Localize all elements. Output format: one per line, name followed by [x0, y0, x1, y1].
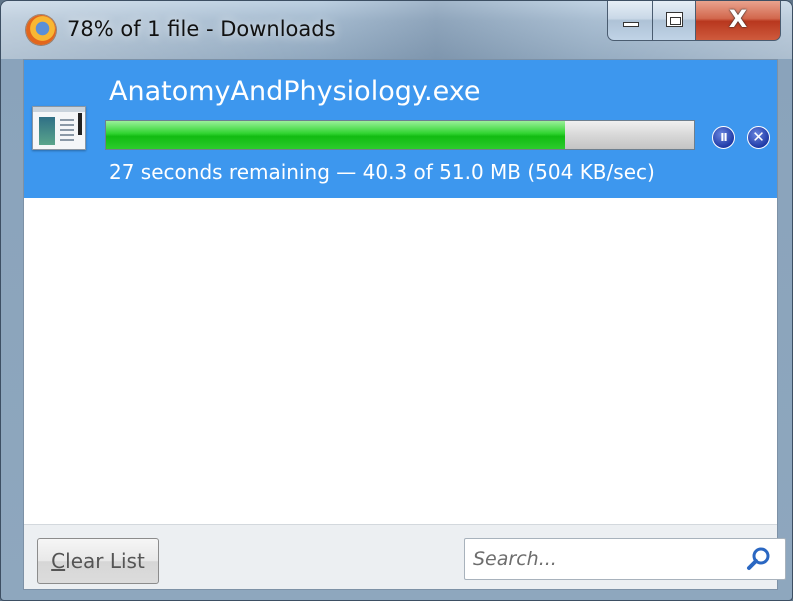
firefox-logo-icon[interactable] — [26, 15, 56, 45]
clear-list-label: lear List — [65, 549, 145, 573]
close-icon: X — [728, 5, 748, 33]
search-icon[interactable] — [746, 546, 772, 572]
pause-button[interactable]: II — [712, 126, 735, 149]
download-file-name: AnatomyAndPhysiology.exe — [109, 76, 481, 107]
bottom-toolbar: Clear List — [24, 524, 786, 589]
clear-list-mnemonic: C — [51, 549, 66, 573]
maximize-button[interactable] — [653, 1, 696, 41]
downloads-client-area: AnatomyAndPhysiology.exe II ✕ 27 seconds… — [23, 59, 786, 590]
download-status-text: 27 seconds remaining — 40.3 of 51.0 MB (… — [109, 160, 655, 184]
search-input[interactable] — [473, 545, 733, 573]
cancel-icon: ✕ — [752, 128, 765, 146]
caption-buttons: X — [607, 1, 787, 41]
download-progress-fill — [106, 121, 565, 149]
minimize-icon — [623, 22, 639, 27]
pause-icon: II — [720, 131, 727, 144]
search-box[interactable] — [464, 538, 786, 580]
cancel-button[interactable]: ✕ — [747, 126, 770, 149]
executable-file-icon — [32, 106, 86, 150]
close-button[interactable]: X — [696, 1, 781, 41]
download-list[interactable]: AnatomyAndPhysiology.exe II ✕ 27 seconds… — [24, 60, 777, 524]
maximize-icon — [666, 12, 683, 27]
download-item[interactable]: AnatomyAndPhysiology.exe II ✕ 27 seconds… — [24, 60, 777, 198]
download-progress-bar — [105, 120, 695, 150]
downloads-window: 78% of 1 file - Downloads X AnatomyAndPh… — [0, 0, 793, 601]
minimize-button[interactable] — [607, 1, 653, 41]
clear-list-button[interactable]: Clear List — [37, 538, 159, 584]
window-title: 78% of 1 file - Downloads — [67, 17, 336, 41]
